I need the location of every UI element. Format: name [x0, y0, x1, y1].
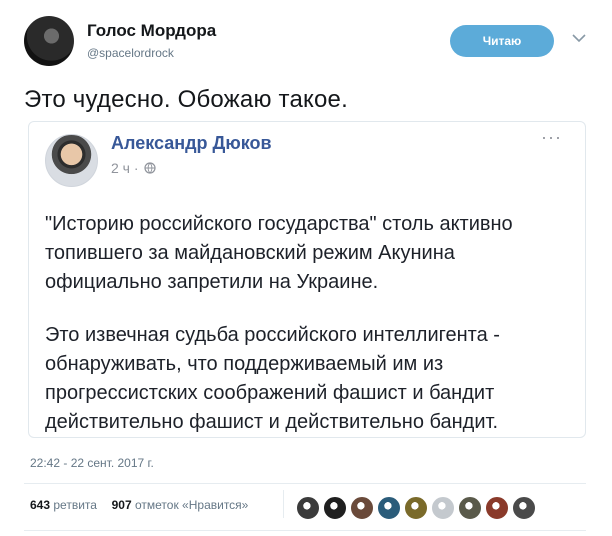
liker-avatar[interactable] [458, 496, 482, 520]
tweet: Голос Мордора @spacelordrock Читаю Это ч… [0, 0, 612, 536]
liker-avatar[interactable] [404, 496, 428, 520]
divider [24, 530, 586, 531]
liker-avatar[interactable] [350, 496, 374, 520]
more-options-icon: ··· [541, 127, 562, 147]
tweet-header: Голос Мордора @spacelordrock Читаю [24, 16, 594, 66]
liker-avatar[interactable] [431, 496, 455, 520]
post-paragraph: Это извечная судьба российского интеллиг… [45, 324, 500, 433]
tweet-stats: 643 ретвита 907 отметок «Нравится» [30, 498, 248, 512]
retweets-count[interactable]: 643 [30, 498, 50, 512]
meta-separator: · [133, 160, 139, 176]
tweet-timestamp[interactable]: 22:42 - 22 сент. 2017 г. [30, 456, 154, 470]
user-handle[interactable]: @spacelordrock [87, 46, 174, 60]
divider [24, 483, 586, 484]
likes-count[interactable]: 907 [112, 498, 132, 512]
post-author: Александр Дюков [111, 133, 272, 153]
user-name[interactable]: Голос Мордора [87, 21, 216, 41]
liker-avatar[interactable] [485, 496, 509, 520]
embedded-screenshot-card[interactable]: Александр Дюков 2 ч · ··· "Историю росси… [28, 121, 586, 438]
likes-label[interactable]: отметок «Нравится» [135, 498, 248, 512]
liker-avatar[interactable] [512, 496, 536, 520]
retweets-label[interactable]: ретвита [53, 498, 97, 512]
liker-avatar[interactable] [296, 496, 320, 520]
following-button[interactable]: Читаю [450, 25, 554, 57]
liker-avatar[interactable] [323, 496, 347, 520]
post-meta: 2 ч · [111, 160, 157, 176]
post-paragraph: "Историю российского государства" столь … [45, 213, 513, 293]
tweet-text: Это чудесно. Обожаю такое. [24, 86, 348, 113]
globe-icon [144, 162, 157, 174]
chevron-down-icon[interactable] [569, 28, 589, 48]
avatar[interactable] [24, 16, 74, 66]
post-time: 2 ч [111, 160, 130, 176]
stats-divider [283, 490, 284, 518]
liker-avatar[interactable] [377, 496, 401, 520]
author-avatar [45, 134, 98, 187]
